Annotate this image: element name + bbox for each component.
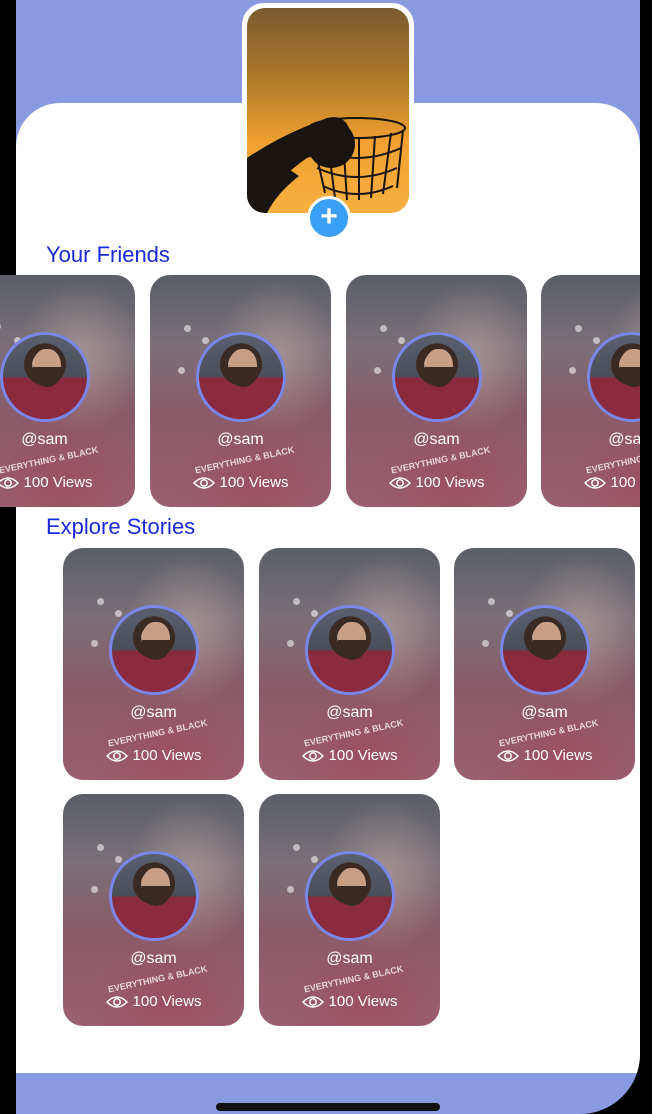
friend-story-card[interactable]: EVERYTHING & BLACK @sam 100 Views [0, 275, 135, 507]
views-label: 100 Views [219, 474, 289, 491]
eye-icon [0, 476, 19, 489]
story-username: @sam [413, 431, 460, 448]
story-views: 100 Views [541, 474, 640, 491]
my-story-image [247, 8, 409, 213]
eye-icon [301, 995, 324, 1008]
explore-story-card[interactable]: EVERYTHING & BLACK @sam 100 Views [63, 548, 244, 780]
story-username: @sam [326, 704, 373, 721]
eye-icon [496, 749, 519, 762]
friend-story-card[interactable]: EVERYTHING & BLACK @sam 100 Views [346, 275, 527, 507]
story-views: 100 Views [63, 747, 244, 764]
views-label: 100 Views [23, 474, 93, 491]
views-label: 100 Views [328, 747, 398, 764]
views-label: 100 Views [415, 474, 485, 491]
story-views: 100 Views [259, 747, 440, 764]
explore-story-card[interactable]: EVERYTHING & BLACK @sam 100 Views [63, 794, 244, 1026]
story-username: @sam [217, 431, 264, 448]
story-views: 100 Views [346, 474, 527, 491]
friend-story-card[interactable]: EVERYTHING & BLACK @sam 100 Views [150, 275, 331, 507]
views-label: 100 Views [132, 747, 202, 764]
home-indicator[interactable] [216, 1103, 440, 1111]
explore-stories-title: Explore Stories [46, 514, 196, 539]
story-username: @sam [521, 704, 568, 721]
story-username: @sam [21, 431, 68, 448]
avatar [305, 851, 395, 941]
story-username: @sam [326, 950, 373, 967]
explore-story-card[interactable]: EVERYTHING & BLACK @sam 100 Views [454, 548, 635, 780]
explore-story-card[interactable]: EVERYTHING & BLACK @sam 100 Views [259, 794, 440, 1026]
story-views: 100 Views [259, 993, 440, 1010]
story-views: 100 Views [63, 993, 244, 1010]
eye-icon [105, 749, 128, 762]
story-username: @sam [130, 950, 177, 967]
avatar [109, 605, 199, 695]
views-label: 100 Views [132, 993, 202, 1010]
my-story-card[interactable] [242, 3, 414, 218]
friend-story-card[interactable]: EVERYTHING & BLACK @sam 100 Views [541, 275, 640, 507]
explore-row-1: EVERYTHING & BLACK @sam 100 Views EVERYT… [0, 548, 640, 780]
story-username: @sam [608, 431, 640, 448]
your-friends-title: Your Friends [46, 242, 170, 267]
avatar [500, 605, 590, 695]
avatar [196, 332, 286, 422]
explore-story-card[interactable]: EVERYTHING & BLACK @sam 100 Views [259, 548, 440, 780]
views-label: 100 Views [328, 993, 398, 1010]
avatar [305, 605, 395, 695]
eye-icon [583, 476, 606, 489]
friends-row[interactable]: EVERYTHING & BLACK @sam 100 Views EVERYT… [0, 275, 640, 507]
views-label: 100 Views [610, 474, 640, 491]
avatar [0, 332, 90, 422]
eye-icon [301, 749, 324, 762]
views-label: 100 Views [523, 747, 593, 764]
story-views: 100 Views [150, 474, 331, 491]
explore-row-2: EVERYTHING & BLACK @sam 100 Views EVERYT… [0, 794, 640, 1026]
story-views: 100 Views [454, 747, 635, 764]
eye-icon [192, 476, 215, 489]
avatar [392, 332, 482, 422]
eye-icon [388, 476, 411, 489]
eye-icon [105, 995, 128, 1008]
story-views: 100 Views [0, 474, 135, 491]
story-username: @sam [130, 704, 177, 721]
add-story-button[interactable]: + [307, 196, 351, 240]
avatar [109, 851, 199, 941]
